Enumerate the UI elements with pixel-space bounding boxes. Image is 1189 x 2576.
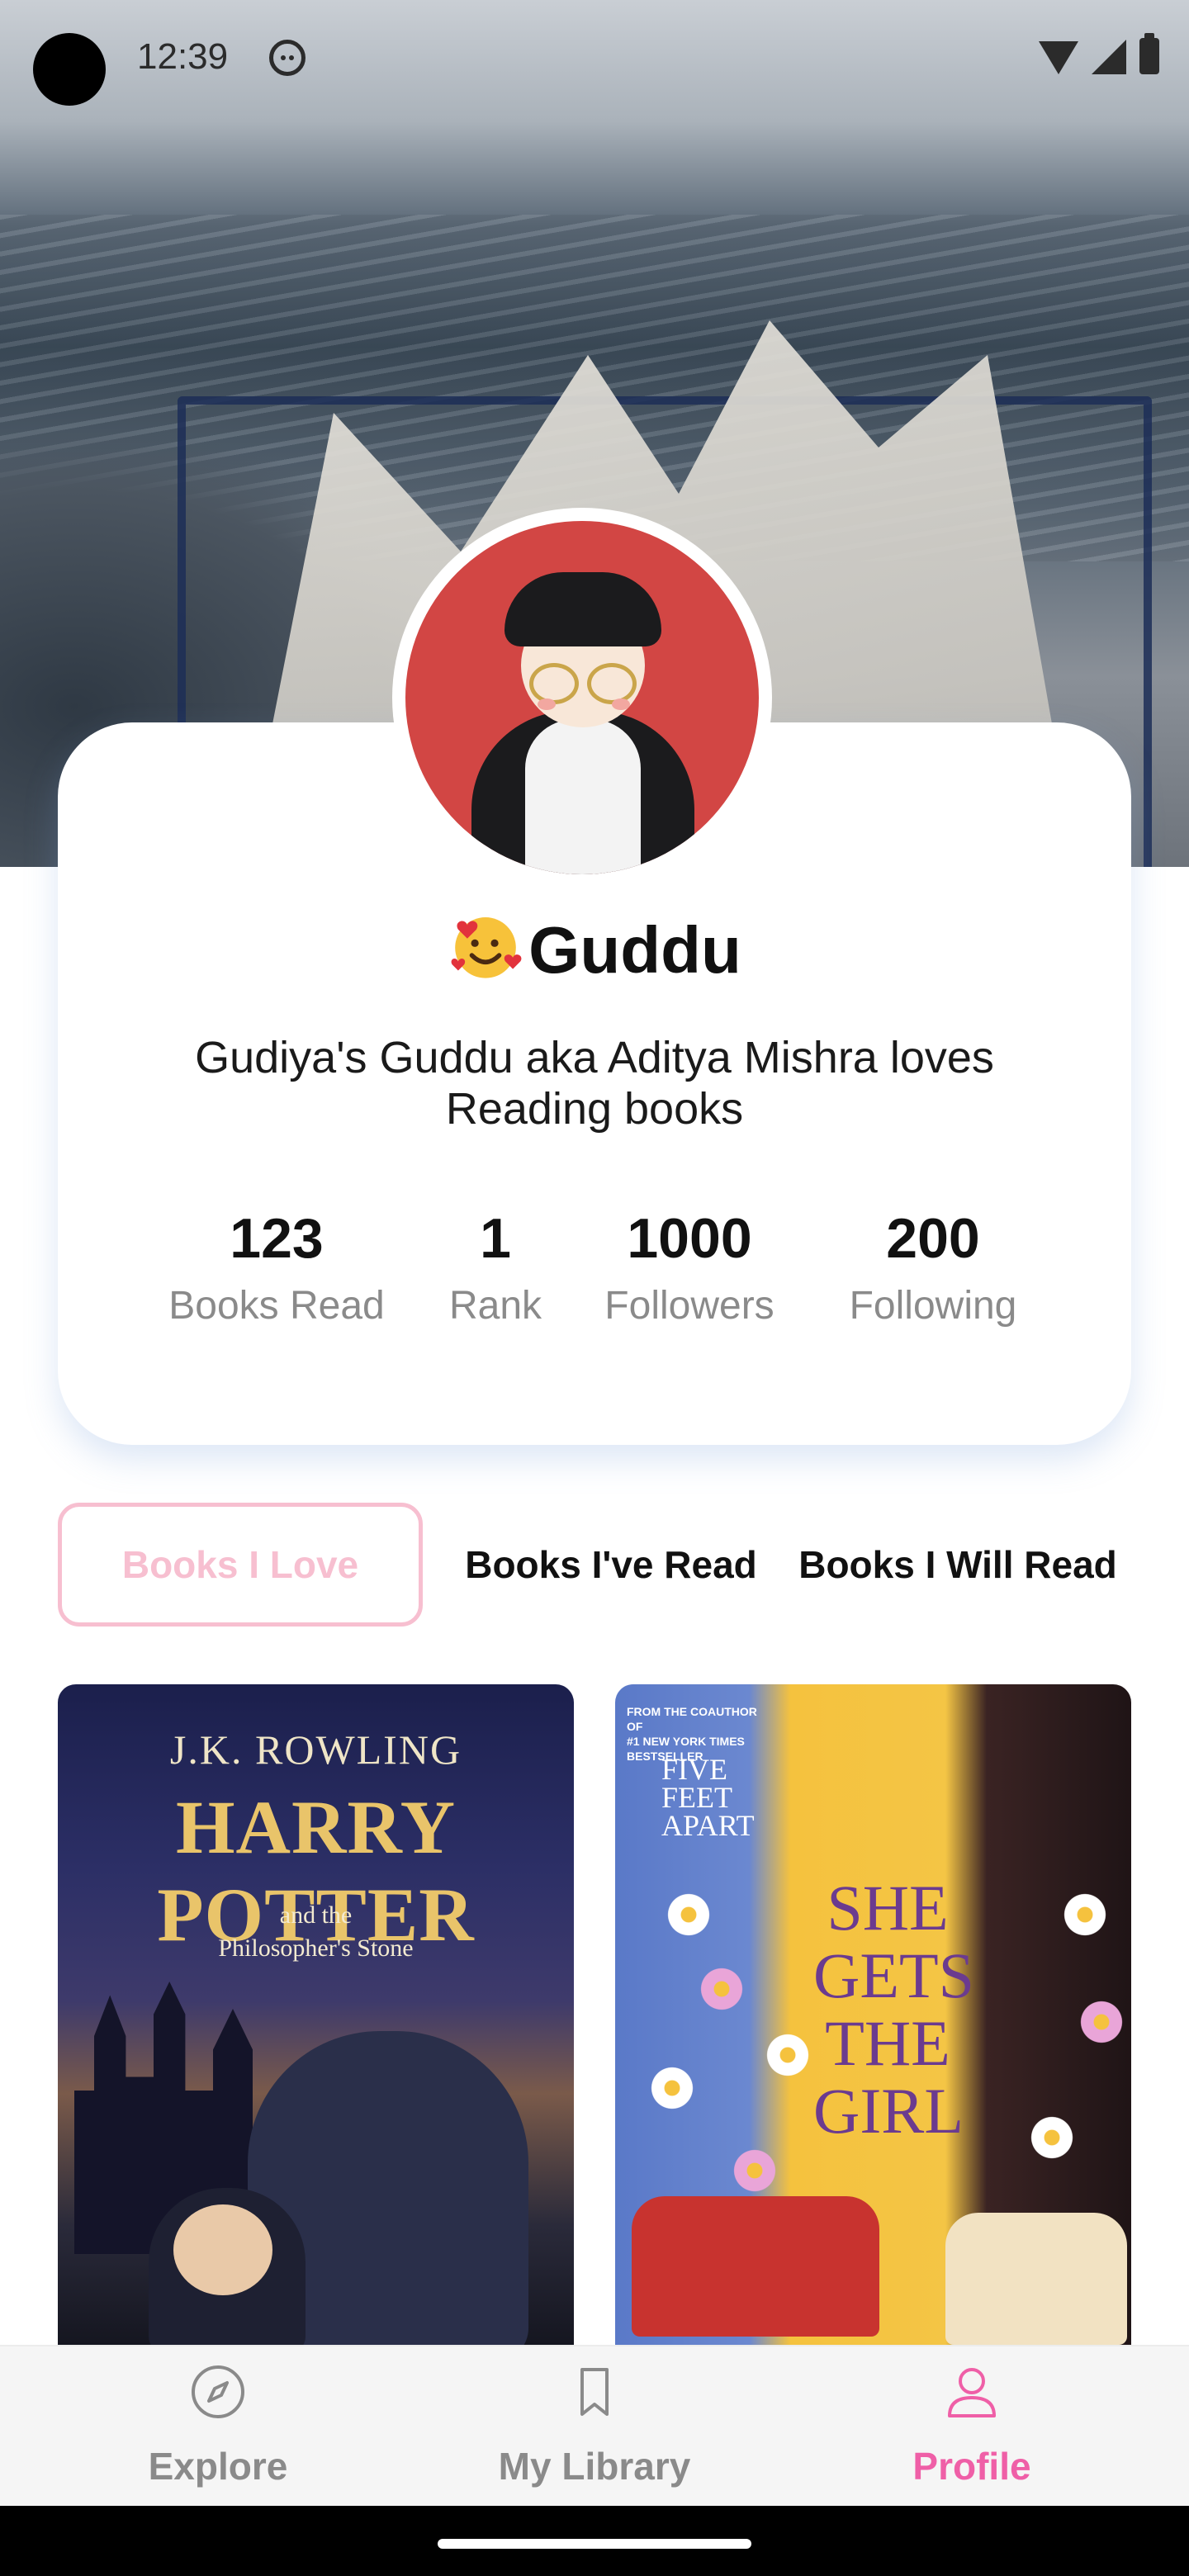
stat-rank[interactable]: 1 Rank	[438, 1205, 553, 1328]
avatar-image	[405, 521, 759, 874]
stat-following[interactable]: 200 Following	[834, 1205, 1032, 1328]
nav-label: Explore	[148, 2445, 288, 2488]
book-card-she-gets-the-girl[interactable]: FROM THE COAUTHOR OF #1 NEW YORK TIMES B…	[615, 1684, 1131, 2345]
status-bar: 12:39	[0, 0, 1189, 116]
stat-followers[interactable]: 1000 Followers	[594, 1205, 784, 1328]
smiling-face-with-hearts-icon	[451, 917, 522, 978]
nav-profile[interactable]: Profile	[807, 2346, 1137, 2507]
tab-books-ive-read[interactable]: Books I've Read	[446, 1503, 776, 1627]
nav-label: My Library	[498, 2445, 691, 2488]
book-card-harry-potter[interactable]: J.K. ROWLING HARRY POTTER and the Philos…	[58, 1684, 574, 2345]
profile-name: Guddu	[0, 908, 1189, 988]
battery-icon	[1139, 33, 1159, 74]
status-icons	[1039, 33, 1159, 74]
stat-label: Rank	[448, 1284, 542, 1328]
tab-books-i-will-read[interactable]: Books I Will Read	[784, 1503, 1131, 1627]
book-related-title: FIVE FEET APART	[661, 1753, 755, 1842]
stat-value: 1000	[627, 1207, 752, 1270]
book-tabs: Books I Love Books I've Read Books I Wil…	[58, 1503, 1131, 1627]
notification-face-icon	[269, 40, 306, 76]
signal-icon	[1092, 40, 1126, 74]
nav-label: Profile	[912, 2445, 1031, 2488]
gesture-bar	[0, 2506, 1189, 2576]
stat-label: Followers	[604, 1284, 775, 1328]
nav-explore[interactable]: Explore	[53, 2346, 383, 2507]
camera-cutout	[33, 33, 106, 106]
book-subtitle: and the Philosopher's Stone	[218, 1901, 414, 1962]
profile-bio: Gudiya's Guddu aka Aditya Mishra loves R…	[195, 1033, 994, 1134]
stat-label: Following	[849, 1284, 1017, 1328]
book-author: J.K. ROWLING	[169, 1726, 462, 1773]
book-title: SHE GETS THE GIRL	[813, 1872, 974, 2147]
person-icon	[948, 2368, 996, 2417]
tab-books-i-love[interactable]: Books I Love	[58, 1503, 423, 1627]
stat-books-read[interactable]: 123 Books Read	[161, 1205, 392, 1328]
stat-label: Books Read	[168, 1284, 385, 1328]
stat-value: 123	[230, 1207, 324, 1270]
compass-icon	[192, 2365, 244, 2418]
avatar[interactable]	[392, 508, 772, 888]
stat-value: 1	[480, 1207, 511, 1270]
nav-my-library[interactable]: My Library	[429, 2346, 760, 2507]
status-time: 12:39	[137, 36, 229, 77]
bookmark-icon	[580, 2368, 609, 2416]
wifi-icon	[1039, 41, 1078, 74]
stat-value: 200	[886, 1207, 980, 1270]
bottom-nav: Explore My Library Profile	[0, 2345, 1189, 2506]
profile-name-text: Guddu	[528, 913, 741, 987]
profile-stats: 123 Books Read 1 Rank 1000 Followers 200…	[0, 1205, 1189, 1346]
home-gesture-handle[interactable]	[438, 2539, 751, 2549]
book-grid: J.K. ROWLING HARRY POTTER and the Philos…	[58, 1684, 1131, 2345]
